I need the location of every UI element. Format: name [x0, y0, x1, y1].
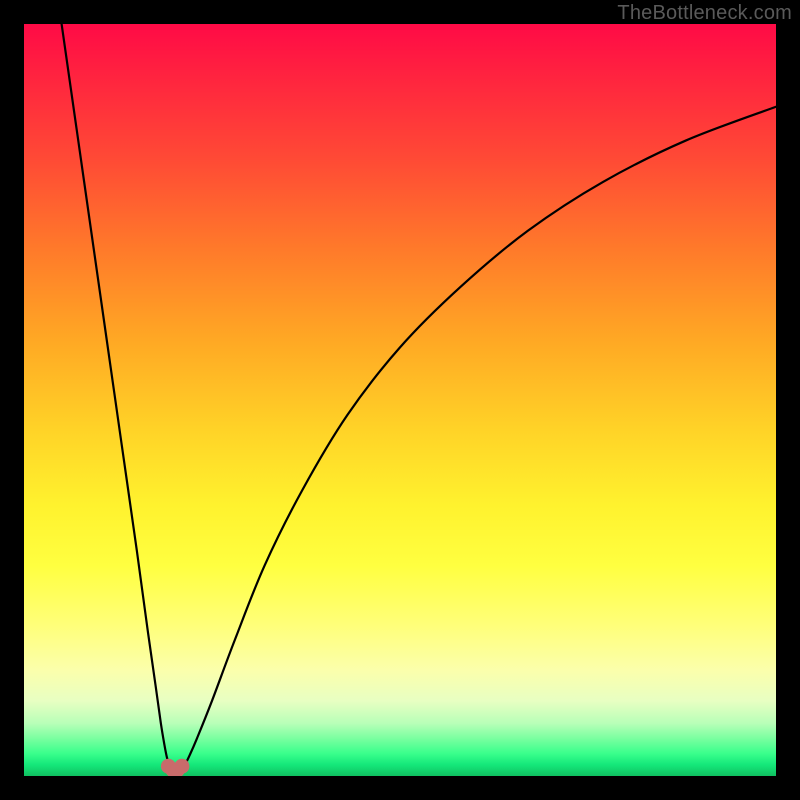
plot-area	[24, 24, 776, 776]
curve-layer	[24, 24, 776, 776]
chart-frame: TheBottleneck.com	[0, 0, 800, 800]
curve-left-branch	[62, 24, 172, 768]
curve-right-branch	[182, 107, 776, 769]
minimum-markers	[161, 759, 190, 776]
minimum-marker	[174, 759, 189, 774]
watermark-text: TheBottleneck.com	[617, 2, 792, 25]
